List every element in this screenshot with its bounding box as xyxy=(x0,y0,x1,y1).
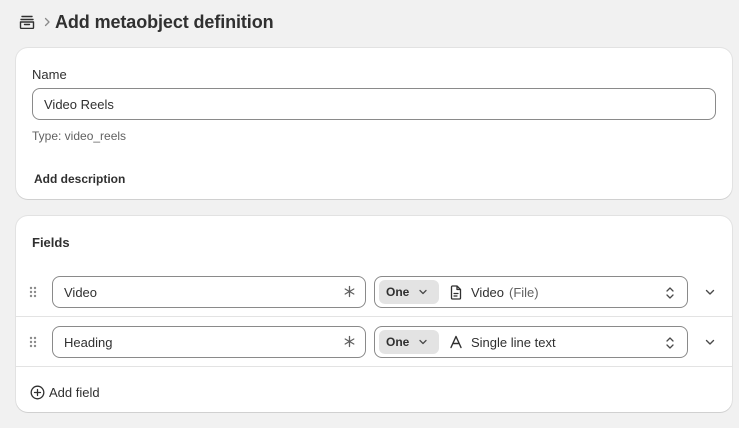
plus-circle-icon xyxy=(30,385,45,399)
field-type-select[interactable]: One Single line text xyxy=(374,326,688,358)
cardinality-label: One xyxy=(386,285,410,299)
cardinality-select[interactable]: One xyxy=(379,280,439,304)
add-field-button[interactable]: Add field xyxy=(30,382,100,402)
page-header: Add metaobject definition xyxy=(17,8,274,36)
page-title: Add metaobject definition xyxy=(55,11,274,32)
field-name-box xyxy=(52,276,366,308)
required-asterisk-icon xyxy=(343,335,356,348)
chevron-down-icon xyxy=(419,289,427,295)
field-type-label: Single line text xyxy=(471,334,556,350)
type-hint: Type: video_reels xyxy=(32,129,127,143)
select-arrows-icon xyxy=(666,287,674,299)
select-arrows-icon xyxy=(666,337,674,349)
field-row: One Single line text xyxy=(16,317,732,367)
name-card: Name Type: video_reels Add description xyxy=(16,48,732,199)
field-name-input[interactable] xyxy=(53,278,333,306)
field-name-box xyxy=(52,326,366,358)
drag-handle-icon[interactable] xyxy=(27,334,39,350)
field-type-sublabel: (File) xyxy=(509,284,539,300)
add-field-label: Add field xyxy=(49,384,100,400)
field-name-input[interactable] xyxy=(53,328,333,356)
name-input[interactable] xyxy=(32,88,716,120)
fields-card: Fields One Video (File) xyxy=(16,216,732,412)
fields-title: Fields xyxy=(32,235,70,250)
chevron-down-icon xyxy=(419,339,427,345)
add-description-button[interactable]: Add description xyxy=(26,167,133,191)
field-type-label: Video xyxy=(471,284,505,300)
chevron-right-icon xyxy=(43,17,51,27)
field-type-select[interactable]: One Video (File) xyxy=(374,276,688,308)
text-icon xyxy=(449,334,463,350)
file-icon xyxy=(449,284,463,300)
metaobject-icon[interactable] xyxy=(17,12,37,32)
expand-chevron-icon[interactable] xyxy=(702,334,718,350)
field-row: One Video (File) xyxy=(16,267,732,317)
expand-chevron-icon[interactable] xyxy=(702,284,718,300)
cardinality-select[interactable]: One xyxy=(379,330,439,354)
name-label: Name xyxy=(32,67,67,82)
cardinality-label: One xyxy=(386,335,410,349)
required-asterisk-icon xyxy=(343,285,356,298)
drag-handle-icon[interactable] xyxy=(27,284,39,300)
